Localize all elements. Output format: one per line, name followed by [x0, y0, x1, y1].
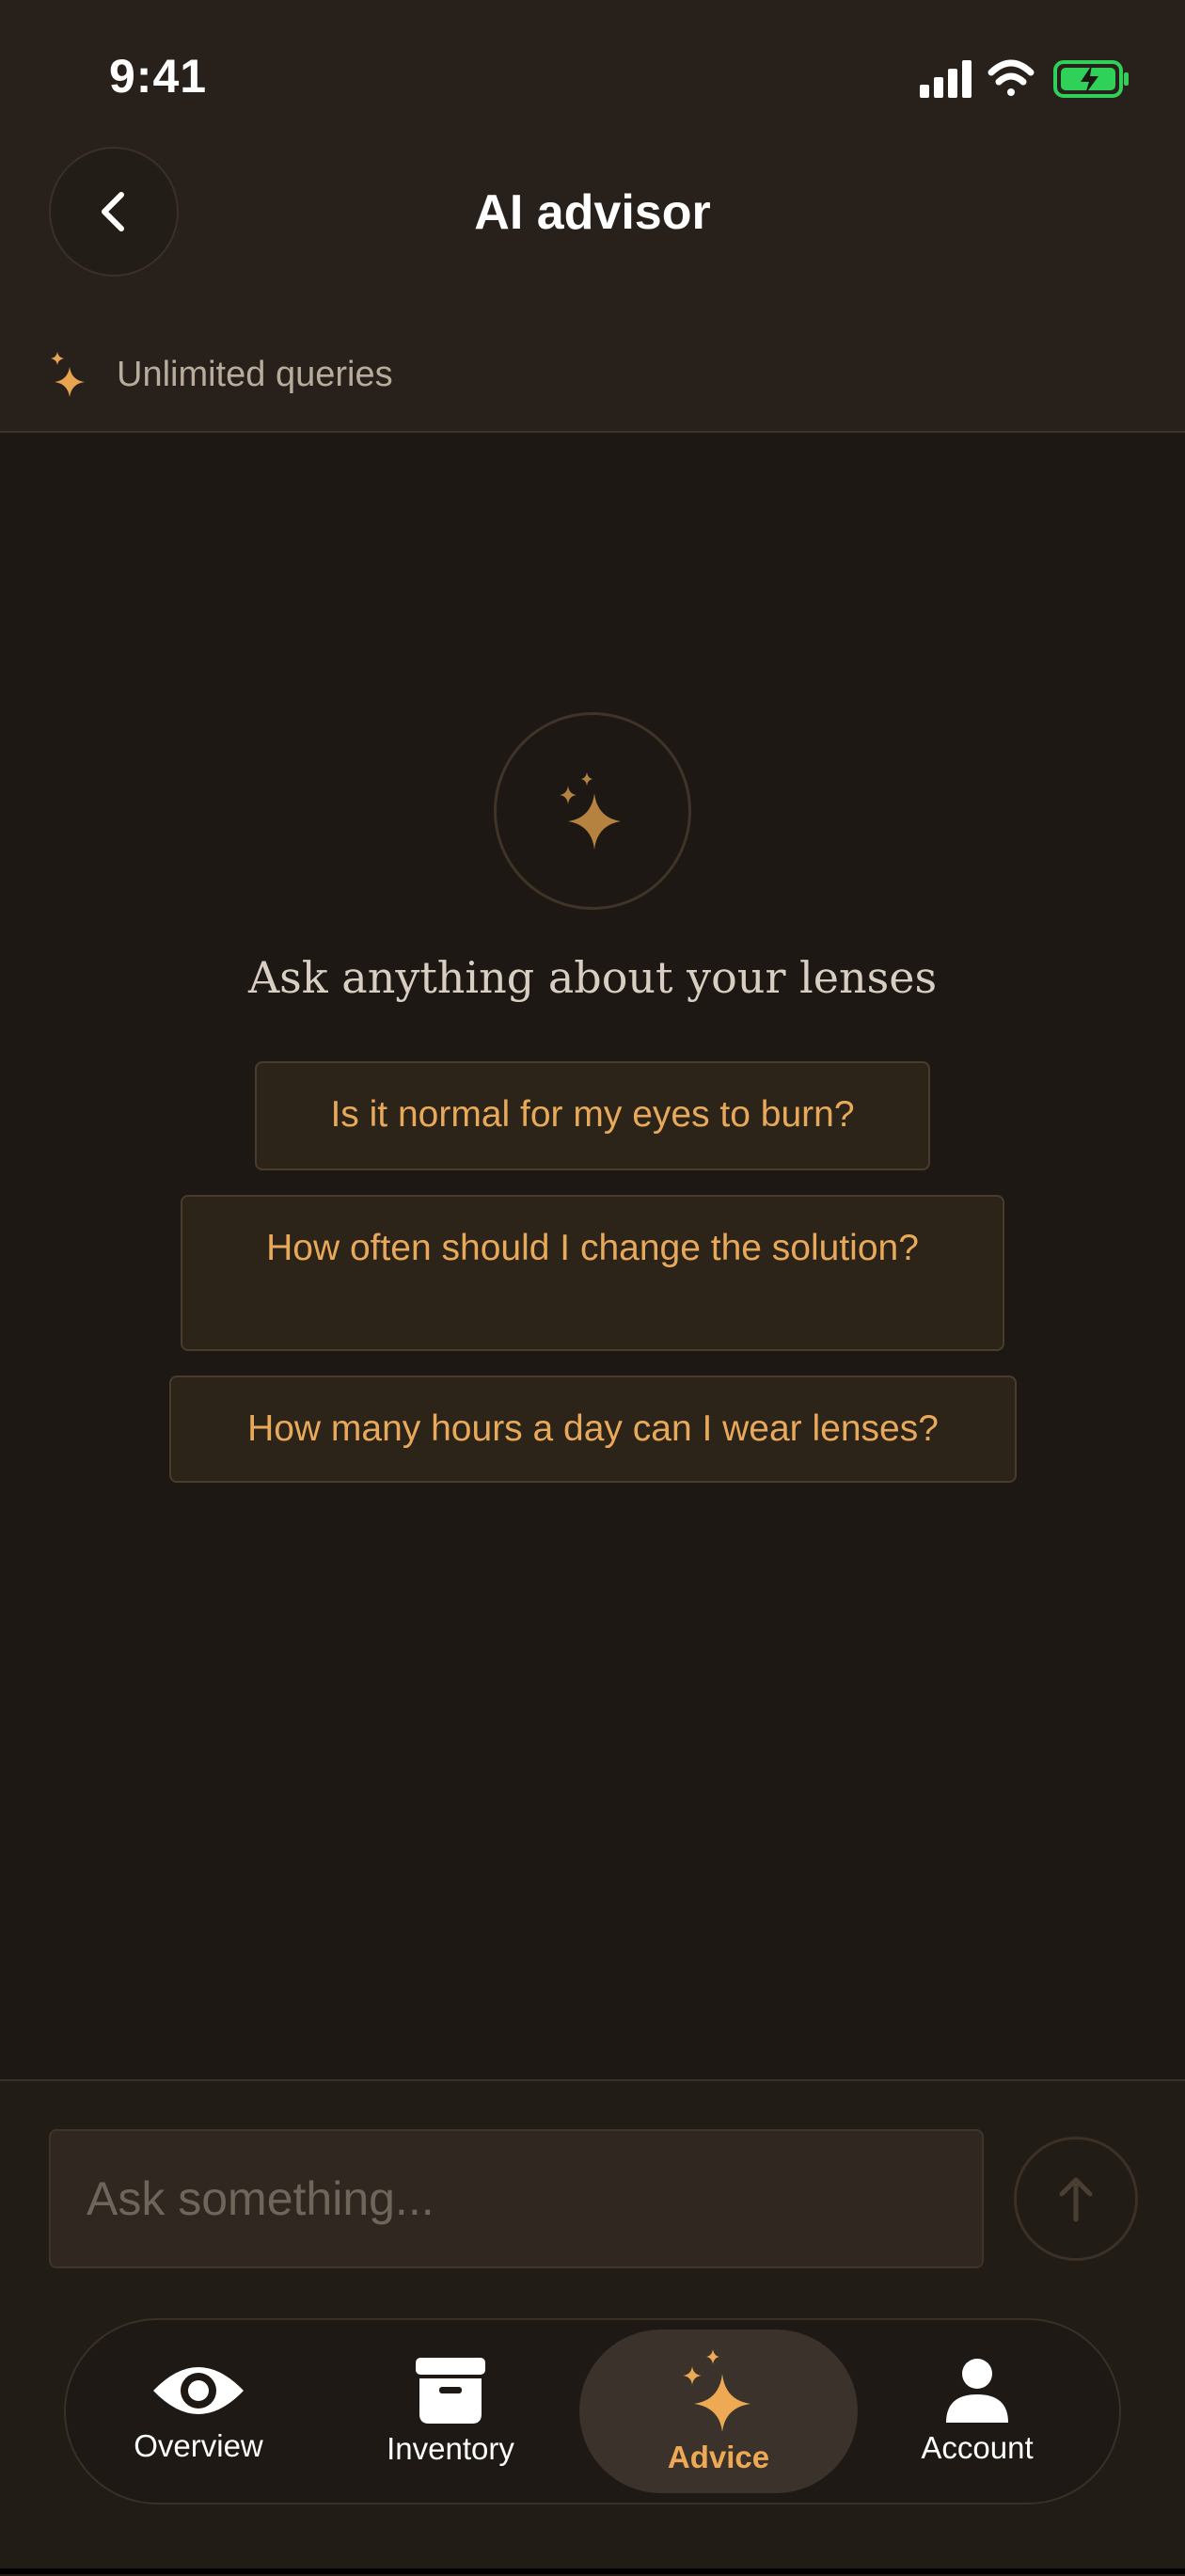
tab-account[interactable]: Account [865, 2330, 1089, 2493]
cellular-signal-icon [920, 60, 972, 98]
sparkles-icon [51, 352, 85, 397]
tab-label: Overview [134, 2428, 263, 2463]
screen-edge [0, 2568, 1185, 2574]
wifi-icon [988, 59, 1035, 96]
archive-box-icon [416, 2358, 485, 2424]
suggestion-chip[interactable]: Is it normal for my eyes to burn? [255, 1061, 930, 1170]
tab-label: Inventory [387, 2431, 514, 2466]
tab-bar: Overview Inventory Advice Account [64, 2318, 1121, 2504]
tab-label: Account [921, 2430, 1034, 2465]
status-time: 9:41 [109, 50, 208, 103]
send-button[interactable] [1014, 2137, 1138, 2261]
tab-overview[interactable]: Overview [87, 2330, 310, 2493]
quota-status: Unlimited queries [49, 348, 393, 401]
tab-advice[interactable]: Advice [579, 2330, 858, 2493]
sparkles-icon [683, 2349, 750, 2432]
quota-label: Unlimited queries [117, 354, 393, 394]
suggestion-chip[interactable]: How often should I change the solution? [181, 1195, 1004, 1351]
eye-icon [153, 2367, 244, 2414]
battery-charging-icon [1053, 60, 1129, 98]
sparkles-icon [560, 772, 621, 850]
status-icons [916, 56, 1132, 103]
tab-label: Advice [667, 2440, 770, 2474]
ask-input[interactable] [49, 2129, 984, 2268]
advisor-hero-badge [494, 712, 691, 910]
person-icon [946, 2359, 1008, 2423]
arrow-up-icon [1059, 2177, 1093, 2222]
empty-state-prompt: Ask anything about your lenses [247, 952, 938, 1003]
suggestion-chip[interactable]: How many hours a day can I wear lenses? [169, 1375, 1017, 1483]
tab-inventory[interactable]: Inventory [339, 2330, 562, 2493]
page-title: AI advisor [474, 185, 711, 240]
